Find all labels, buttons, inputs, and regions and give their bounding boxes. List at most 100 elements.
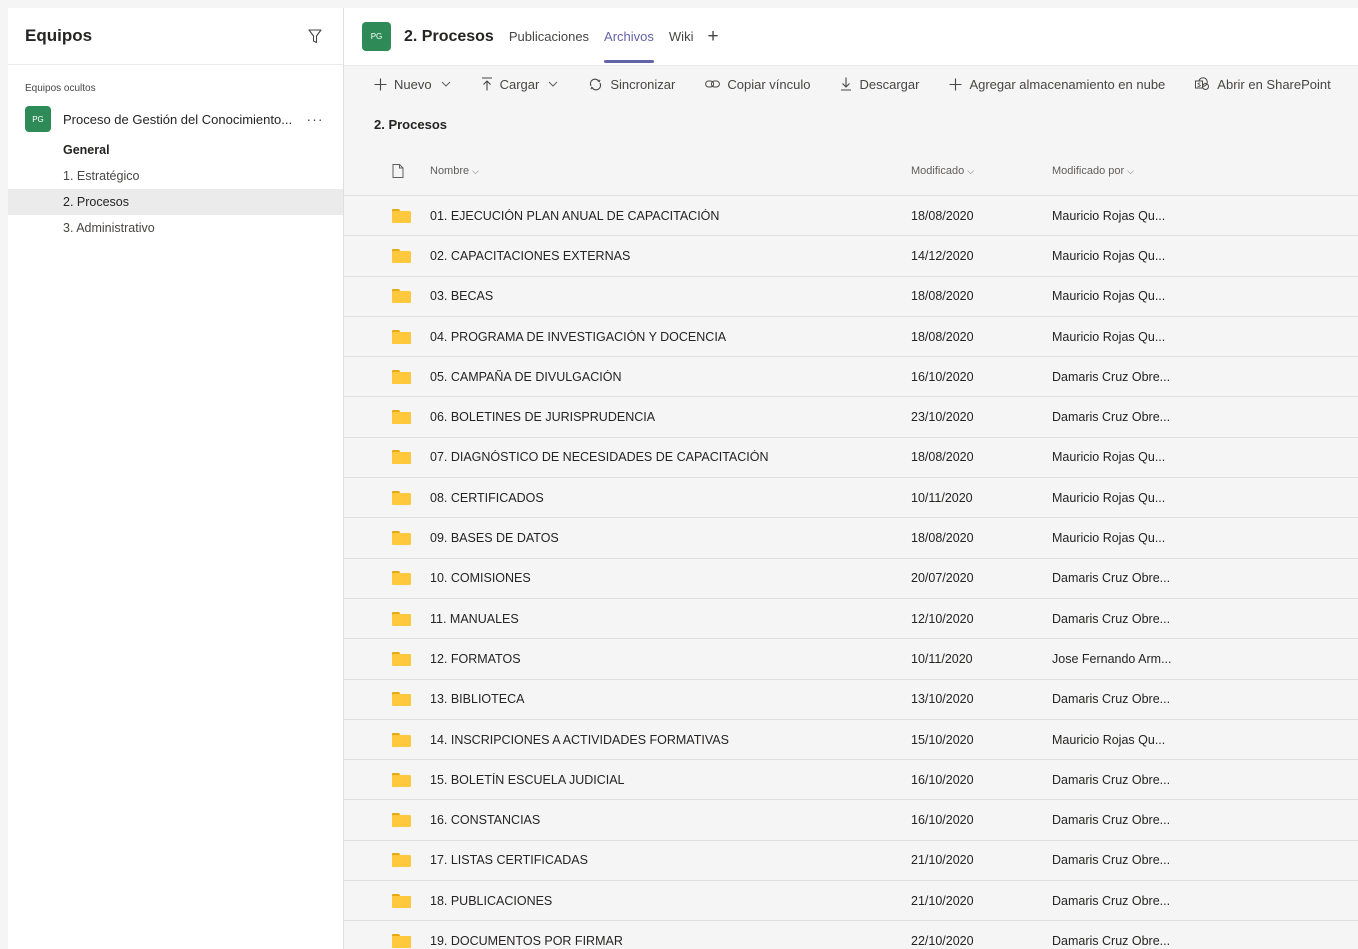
teams-sidebar: Equipos Equipos ocultos PG Proceso de Ge…	[8, 8, 344, 949]
download-icon	[840, 77, 852, 91]
channel-header: PG 2. Procesos Publicaciones Archivos Wi…	[344, 8, 1358, 66]
team-item[interactable]: PG Proceso de Gestión del Conocimiento..…	[8, 105, 343, 133]
table-row[interactable]: 04. PROGRAMA DE INVESTIGACIÓN Y DOCENCIA…	[344, 316, 1358, 358]
channel-general[interactable]: General	[8, 137, 343, 163]
file-name[interactable]: 09. BASES DE DATOS	[430, 531, 911, 545]
file-name[interactable]: 07. DIAGNÓSTICO DE NECESIDADES DE CAPACI…	[430, 450, 911, 464]
folder-icon	[392, 450, 411, 465]
table-row[interactable]: 19. DOCUMENTOS POR FIRMAR 22/10/2020 Damar…	[344, 921, 1358, 949]
tab-publicaciones[interactable]: Publicaciones	[509, 8, 589, 66]
modified-date: 14/12/2020	[911, 248, 974, 263]
new-label: Nuevo	[394, 76, 432, 92]
open-sharepoint-label: Abrir en SharePoint	[1217, 76, 1331, 92]
file-name[interactable]: 14. INSCRIPCIONES A ACTIVIDADES FORMATIV…	[430, 733, 911, 747]
modified-date: 16/10/2020	[911, 772, 974, 787]
modified-date: 20/07/2020	[911, 571, 974, 586]
file-name[interactable]: 12. FORMATOS	[430, 652, 911, 666]
upload-button[interactable]: Cargar	[481, 77, 559, 92]
tab-wiki[interactable]: Wiki	[669, 8, 694, 66]
filter-icon[interactable]	[305, 26, 325, 46]
download-label: Descargar	[859, 76, 920, 92]
download-button[interactable]: Descargar	[840, 77, 919, 92]
file-name[interactable]: 16. CONSTANCIAS	[430, 813, 911, 827]
file-name[interactable]: 02. CAPACITACIONES EXTERNAS	[430, 249, 911, 263]
modified-by: Jose Fernando Arm...	[1052, 651, 1172, 666]
modified-date: 18/08/2020	[911, 289, 974, 304]
modified-by: Damaris Cruz Obre...	[1052, 813, 1171, 828]
table-row[interactable]: 14. INSCRIPCIONES A ACTIVIDADES FORMATIV…	[344, 719, 1358, 761]
table-row[interactable]: 10. COMISIONES 20/07/2020 Damaris Cruz Obr…	[344, 558, 1358, 599]
file-name[interactable]: 03. BECAS	[430, 289, 911, 303]
copy-link-button[interactable]: Copiar vínculo	[705, 77, 810, 92]
table-row[interactable]: 01. EJECUCIÓN PLAN ANUAL DE CAPACITACIÓN…	[344, 196, 1358, 237]
table-row[interactable]: 03. BECAS 18/08/2020 Mauricio Rojas Qu...	[344, 276, 1358, 317]
table-row[interactable]: 02. CAPACITACIONES EXTERNAS 14/12/2020 Mau…	[344, 236, 1358, 277]
table-row[interactable]: 16. CONSTANCIAS 16/10/2020 Damaris Cruz Ob…	[344, 800, 1358, 841]
table-row[interactable]: 15. BOLETÍN ESCUELA JUDICIAL 16/10/2020 Da…	[344, 760, 1358, 801]
folder-icon	[392, 651, 411, 666]
sync-label: Sincronizar	[610, 76, 676, 92]
file-name[interactable]: 04. PROGRAMA DE INVESTIGACIÓN Y DOCENCIA	[430, 330, 911, 344]
modified-date: 18/08/2020	[911, 329, 974, 344]
file-name[interactable]: 10. COMISIONES	[430, 571, 911, 585]
table-row[interactable]: 09. BASES DE DATOS 18/08/2020 Mauricio Roj…	[344, 518, 1358, 559]
table-row[interactable]: 17. LISTAS CERTIFICADAS 21/10/2020 Damaris…	[344, 840, 1358, 882]
modified-date: 23/10/2020	[911, 410, 974, 425]
file-name[interactable]: 17. LISTAS CERTIFICADAS	[430, 853, 911, 867]
team-name: Proceso de Gestión del Conocimiento...	[63, 111, 293, 127]
plus-icon	[374, 78, 387, 91]
channel-procesos[interactable]: 2. Procesos	[8, 189, 343, 215]
channel-avatar: PG	[362, 22, 391, 51]
file-name[interactable]: 11. MANUALES	[430, 612, 911, 626]
upload-label: Cargar	[499, 76, 540, 92]
chevron-down-icon: ⌵	[1127, 166, 1134, 176]
modified-by: Damaris Cruz Obre...	[1052, 611, 1171, 626]
modified-by: Mauricio Rojas Qu...	[1052, 450, 1166, 465]
files-table: Nombre ⌵ Modificado ⌵ Modificado por ⌵ 01. …	[344, 147, 1358, 949]
modified-by: Mauricio Rojas Qu...	[1052, 248, 1166, 263]
folder-icon	[392, 490, 411, 505]
modified-by: Mauricio Rojas Qu...	[1052, 329, 1166, 344]
file-name[interactable]: 06. BOLETINES DE JURISPRUDENCIA	[430, 410, 911, 424]
file-name[interactable]: 13. BIBLIOTECA	[430, 692, 911, 706]
sidebar-header: Equipos	[8, 8, 343, 65]
channel-estrategico[interactable]: 1. Estratégico	[8, 163, 343, 189]
open-sharepoint-button[interactable]: Abrir en SharePoint	[1195, 76, 1331, 92]
folder-icon	[392, 531, 411, 546]
tab-archivos[interactable]: Archivos	[604, 8, 654, 66]
sync-button[interactable]: Sincronizar	[588, 77, 675, 92]
file-name[interactable]: 15. BOLETÍN ESCUELA JUDICIAL	[430, 773, 911, 787]
sync-icon	[588, 78, 603, 91]
modified-date: 12/10/2020	[911, 611, 974, 626]
main-panel: PG 2. Procesos Publicaciones Archivos Wi…	[344, 8, 1358, 949]
table-row[interactable]: 18. PUBLICACIONES 21/10/2020 Damaris Cruz …	[344, 881, 1358, 922]
header-modified[interactable]: Modificado ⌵	[911, 165, 1052, 177]
new-button[interactable]: Nuevo	[374, 77, 451, 92]
add-cloud-storage-button[interactable]: Agregar almacenamiento en nube	[949, 77, 1165, 92]
table-row[interactable]: 11. MANUALES 12/10/2020 Damaris Cruz Obre.…	[344, 598, 1358, 640]
table-row[interactable]: 06. BOLETINES DE JURISPRUDENCIA 23/10/202…	[344, 397, 1358, 438]
file-name[interactable]: 18. PUBLICACIONES	[430, 894, 911, 908]
channel-administrativo[interactable]: 3. Administrativo	[8, 215, 343, 241]
add-tab-button[interactable]: +	[707, 26, 718, 48]
modified-date: 10/11/2020	[911, 490, 973, 505]
table-row[interactable]: 07. DIAGNÓSTICO DE NECESIDADES DE CAPACI…	[344, 437, 1358, 479]
table-row[interactable]: 12. FORMATOS 10/11/2020 Jose Fernando Arm.…	[344, 639, 1358, 680]
table-row[interactable]: 08. CERTIFICADOS 10/11/2020 Mauricio Rojas…	[344, 478, 1358, 519]
file-name[interactable]: 08. CERTIFICADOS	[430, 491, 911, 505]
modified-date: 21/10/2020	[911, 893, 974, 908]
header-modified-by[interactable]: Modificado por ⌵	[1052, 165, 1252, 177]
sharepoint-icon	[1195, 77, 1210, 91]
header-name[interactable]: Nombre ⌵	[430, 165, 911, 177]
modified-date: 21/10/2020	[911, 853, 974, 868]
more-options-icon[interactable]: ···	[305, 111, 325, 127]
file-name[interactable]: 05. CAMPAÑA DE DIVULGACIÓN	[430, 370, 911, 384]
modified-by: Mauricio Rojas Qu...	[1052, 732, 1166, 747]
modified-date: 22/10/2020	[911, 933, 974, 948]
file-name[interactable]: 01. EJECUCIÓN PLAN ANUAL DE CAPACITACIÓN	[430, 209, 911, 223]
modified-by: Damaris Cruz Obre...	[1052, 772, 1171, 787]
table-row[interactable]: 13. BIBLIOTECA 13/10/2020 Damaris Cruz Obr…	[344, 679, 1358, 720]
modified-by: Damaris Cruz Obre...	[1052, 571, 1171, 586]
file-name[interactable]: 19. DOCUMENTOS POR FIRMAR	[430, 934, 911, 948]
table-row[interactable]: 05. CAMPAÑA DE DIVULGACIÓN 16/10/2020 Dama…	[344, 357, 1358, 398]
